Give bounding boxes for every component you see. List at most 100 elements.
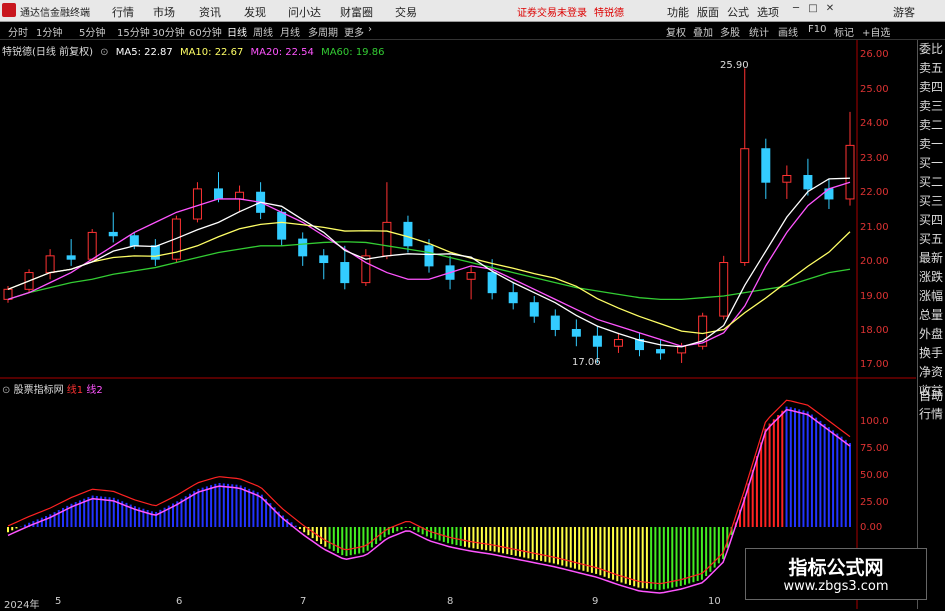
indicator-name[interactable]: 股票指标网 (14, 385, 64, 396)
panel-item[interactable]: 总量 (919, 306, 943, 324)
panel-item[interactable]: 最新 (919, 249, 943, 267)
price-tick: 26.00 (860, 49, 889, 60)
period-tab-5min[interactable]: 5分钟 (79, 24, 105, 39)
period-tab-daily[interactable]: 日线 (227, 24, 247, 39)
candle-body (235, 191, 245, 200)
panel-item[interactable]: 卖四 (919, 78, 943, 96)
indicator-settings-icon[interactable]: ⊙ (2, 385, 10, 396)
menu-layout[interactable]: 版面 (697, 4, 719, 20)
toolbar-add-watchlist[interactable]: +自选 (862, 24, 890, 39)
candle-body (782, 175, 792, 183)
panel-item[interactable]: 行情 (919, 405, 943, 423)
candle-body (403, 221, 413, 247)
indicator-tick: 75.00 (860, 443, 889, 454)
panel-item[interactable]: 买三 (919, 192, 943, 210)
candle-body (277, 211, 287, 240)
menu-wealth[interactable]: 财富圈 (340, 4, 373, 20)
app-title: 通达信金融终端 (20, 8, 90, 19)
guest-login[interactable]: 游客 (893, 4, 915, 20)
menu-market-quotes[interactable]: 行情 (112, 4, 134, 20)
period-tab-1min[interactable]: 1分钟 (36, 24, 62, 39)
candle-body (487, 272, 497, 294)
candle-body (214, 188, 223, 200)
panel-item[interactable]: 卖五 (919, 59, 943, 77)
period-tab-multi[interactable]: 多周期 (308, 24, 338, 39)
menu-news[interactable]: 资讯 (199, 4, 221, 20)
chevron-right-icon[interactable]: › (368, 24, 372, 35)
candle-body (129, 235, 139, 247)
menu-discover[interactable]: 发现 (244, 4, 266, 20)
panel-item[interactable]: 委比 (919, 40, 943, 58)
toolbar-multi-stock[interactable]: 多股 (720, 24, 740, 39)
panel-item[interactable]: 涨跌 (919, 268, 943, 286)
date-label: 7 (300, 596, 307, 607)
period-tab-30min[interactable]: 30分钟 (152, 24, 185, 39)
price-chart[interactable] (0, 40, 916, 609)
quote-side-panel: 委比 卖五 卖四 卖三 卖二 卖一 买一 买二 买三 买四 买五 最新 涨跌 涨… (917, 40, 945, 609)
indicator-tick: 100.0 (860, 416, 889, 427)
period-tab-more[interactable]: 更多 (344, 24, 364, 39)
watermark-url: www.zbgs3.com (783, 579, 889, 594)
close-icon[interactable]: ✕ (824, 3, 836, 15)
panel-item[interactable]: 换手 (919, 344, 943, 362)
menu-trade[interactable]: 交易 (395, 4, 417, 20)
app-logo-icon (2, 3, 16, 17)
panel-item[interactable]: 卖三 (919, 97, 943, 115)
panel-item[interactable]: 涨幅 (919, 287, 943, 305)
watermark: 指标公式网 www.zbgs3.com (745, 548, 927, 600)
candle-body (66, 255, 76, 260)
candle-body (613, 339, 623, 347)
menu-market[interactable]: 市场 (153, 4, 175, 20)
indicator-tick: 0.00 (860, 522, 883, 533)
panel-item[interactable]: 买五 (919, 230, 943, 248)
panel-item[interactable]: 自动 (919, 386, 944, 405)
date-label: 5 (55, 596, 62, 607)
toolbar-stats[interactable]: 统计 (749, 24, 769, 39)
menu-ask[interactable]: 问小达 (288, 4, 321, 20)
candle-body (45, 255, 55, 274)
stock-short-name: 特锐德 (594, 8, 624, 19)
candle-body (382, 221, 392, 257)
indicator-line2 (7, 408, 851, 594)
candle-body (719, 262, 729, 317)
panel-item[interactable]: 买一 (919, 154, 943, 172)
panel-item[interactable]: 净资 (919, 363, 943, 381)
trade-login-status[interactable]: 证券交易未登录 (517, 4, 587, 19)
candle-body (740, 148, 750, 264)
indicator-header: ⊙ 股票指标网 线1 线2 (2, 381, 103, 396)
menu-formula[interactable]: 公式 (727, 4, 749, 20)
toolbar-draw[interactable]: 画线 (778, 24, 798, 39)
toolbar-mark[interactable]: 标记 (834, 24, 854, 39)
indicator-tick: 25.00 (860, 497, 889, 508)
toolbar-f10[interactable]: F10 (808, 24, 826, 35)
menu-options[interactable]: 选项 (757, 4, 779, 20)
period-tab-weekly[interactable]: 周线 (253, 24, 273, 39)
panel-item[interactable]: 卖一 (919, 135, 943, 153)
date-label: 8 (447, 596, 454, 607)
toolbar-restore-rights[interactable]: 复权 (666, 24, 686, 39)
toolbar-overlay[interactable]: 叠加 (693, 24, 713, 39)
candle-body (656, 349, 666, 354)
candle-body (87, 231, 97, 260)
candle-body (108, 231, 118, 237)
period-tab-60min[interactable]: 60分钟 (189, 24, 222, 39)
period-tab-15min[interactable]: 15分钟 (117, 24, 150, 39)
period-tab-monthly[interactable]: 月线 (280, 24, 300, 39)
candle-body (571, 328, 581, 337)
price-tick: 17.00 (860, 359, 889, 370)
menu-function[interactable]: 功能 (667, 4, 689, 20)
candle-body (466, 272, 476, 280)
panel-item[interactable]: 买二 (919, 173, 943, 191)
panel-item[interactable]: 买四 (919, 211, 943, 229)
panel-item[interactable]: 卖二 (919, 116, 943, 134)
price-tick: 21.00 (860, 222, 889, 233)
panel-item[interactable]: 外盘 (919, 325, 943, 343)
minimize-icon[interactable]: ─ (790, 3, 802, 15)
price-tick: 18.00 (860, 325, 889, 336)
indicator-line2-label: 线2 (86, 385, 103, 396)
candle-body (550, 315, 560, 330)
period-tab-intraday[interactable]: 分时 (8, 24, 28, 39)
date-label: 6 (176, 596, 183, 607)
indicator-line1-label: 线1 (66, 385, 84, 396)
maximize-icon[interactable]: □ (807, 3, 819, 15)
